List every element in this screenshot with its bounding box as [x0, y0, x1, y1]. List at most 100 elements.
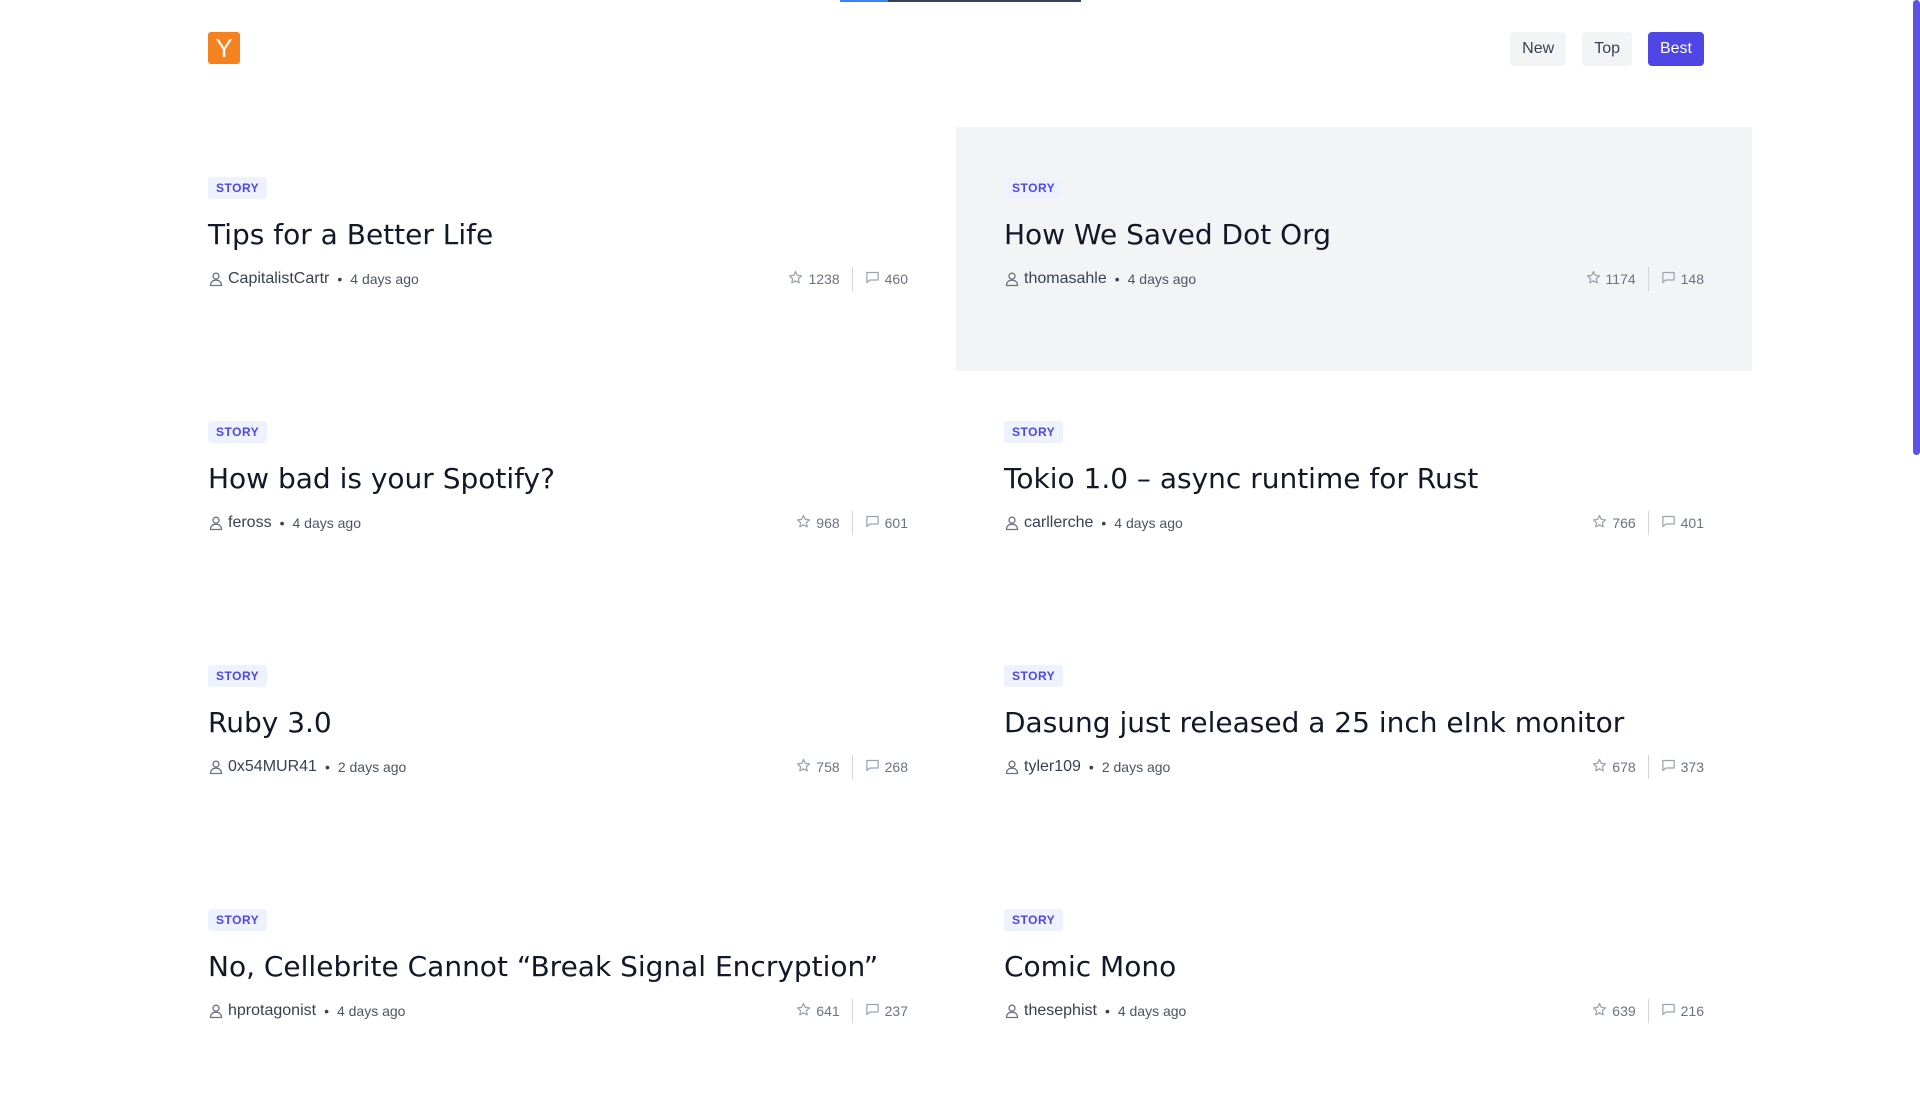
story-comment-count[interactable]: 373	[1681, 759, 1704, 775]
story-card[interactable]: STORY Tips for a Better Life CapitalistC…	[160, 127, 956, 371]
star-icon	[1592, 1002, 1607, 1020]
story-type-badge: STORY	[1004, 177, 1064, 199]
story-meta: thomasahle • 4 days ago	[1004, 269, 1196, 289]
score-stat: 968	[796, 514, 840, 532]
user-icon	[1004, 759, 1020, 775]
hacker-news-logo[interactable]: Y	[208, 32, 240, 64]
story-card[interactable]: STORY Ruby 3.0 0x54MUR41 • 2 days ago 75…	[160, 615, 956, 859]
comment-icon	[865, 514, 880, 532]
story-title[interactable]: Tips for a Better Life	[208, 217, 493, 253]
story-card[interactable]: STORY Tokio 1.0 – async runtime for Rust…	[956, 371, 1752, 615]
stats-divider	[1647, 267, 1649, 291]
story-grid: STORY Tips for a Better Life CapitalistC…	[160, 127, 1756, 1103]
comments-stat[interactable]: 216	[1661, 1002, 1704, 1020]
story-stats: 641 237	[796, 999, 908, 1023]
story-author[interactable]: feross	[228, 514, 272, 532]
story-author[interactable]: hprotagonist	[228, 1002, 316, 1020]
user-icon	[208, 759, 224, 775]
user-icon	[1004, 515, 1020, 531]
feed-tabs: New Top Best	[1510, 32, 1704, 66]
comments-stat[interactable]: 460	[865, 270, 908, 288]
meta-separator: •	[337, 271, 343, 287]
comments-stat[interactable]: 373	[1661, 758, 1704, 776]
stats-divider	[851, 755, 853, 779]
story-stats: 766 401	[1592, 511, 1704, 535]
star-icon	[796, 514, 811, 532]
story-type-badge: STORY	[1004, 421, 1064, 443]
score-stat: 639	[1592, 1002, 1636, 1020]
story-card[interactable]: STORY Dasung just released a 25 inch eIn…	[956, 615, 1752, 859]
story-score: 758	[816, 759, 840, 775]
story-score: 639	[1612, 1003, 1636, 1019]
story-comment-count[interactable]: 237	[885, 1003, 908, 1019]
story-type-badge: STORY	[208, 177, 268, 199]
score-stat: 678	[1592, 758, 1636, 776]
story-card[interactable]: STORY Comic Mono thesephist • 4 days ago	[956, 859, 1752, 1103]
tab-best[interactable]: Best	[1647, 32, 1704, 66]
story-title[interactable]: How We Saved Dot Org	[1004, 217, 1331, 253]
story-title[interactable]: Ruby 3.0	[208, 705, 332, 741]
story-comment-count[interactable]: 601	[885, 515, 908, 531]
story-meta: feross • 4 days ago	[208, 513, 361, 533]
story-title[interactable]: No, Cellebrite Cannot “Break Signal Encr…	[208, 949, 878, 985]
story-stats: 1174 148	[1586, 267, 1704, 291]
story-comment-count[interactable]: 216	[1681, 1003, 1704, 1019]
story-score: 968	[816, 515, 840, 531]
story-author[interactable]: 0x54MUR41	[228, 758, 317, 776]
story-title[interactable]: Tokio 1.0 – async runtime for Rust	[1004, 461, 1478, 497]
comment-icon	[865, 758, 880, 776]
story-type-badge: STORY	[208, 421, 268, 443]
comments-stat[interactable]: 237	[865, 1002, 908, 1020]
story-title[interactable]: Dasung just released a 25 inch eInk moni…	[1004, 705, 1624, 741]
story-meta: carllerche • 4 days ago	[1004, 513, 1183, 533]
story-title[interactable]: Comic Mono	[1004, 949, 1176, 985]
story-author[interactable]: thomasahle	[1024, 270, 1107, 288]
story-comment-count[interactable]: 268	[885, 759, 908, 775]
story-author[interactable]: thesephist	[1024, 1002, 1097, 1020]
story-timestamp: 4 days ago	[292, 515, 361, 531]
story-card[interactable]: STORY How We Saved Dot Org thomasahle • …	[956, 127, 1752, 371]
star-icon	[796, 1002, 811, 1020]
comments-stat[interactable]: 148	[1661, 270, 1704, 288]
meta-separator: •	[324, 759, 330, 775]
star-icon	[1586, 270, 1601, 288]
story-title[interactable]: How bad is your Spotify?	[208, 461, 555, 497]
comment-icon	[1661, 1002, 1676, 1020]
tab-new[interactable]: New	[1510, 32, 1567, 66]
story-comment-count[interactable]: 148	[1681, 271, 1704, 287]
story-author[interactable]: carllerche	[1024, 514, 1093, 532]
score-stat: 1238	[788, 270, 840, 288]
story-type-badge: STORY	[1004, 665, 1064, 687]
stats-divider	[851, 511, 853, 535]
story-author[interactable]: tyler109	[1024, 758, 1081, 776]
vertical-scrollbar[interactable]	[1912, 0, 1920, 1080]
meta-separator: •	[1088, 759, 1094, 775]
comment-icon	[1661, 270, 1676, 288]
star-icon	[796, 758, 811, 776]
comments-stat[interactable]: 401	[1661, 514, 1704, 532]
story-meta: CapitalistCartr • 4 days ago	[208, 269, 419, 289]
page-load-progress-bar	[840, 0, 1081, 2]
story-timestamp: 2 days ago	[1101, 759, 1171, 775]
stats-divider	[1647, 999, 1649, 1023]
comments-stat[interactable]: 268	[865, 758, 908, 776]
scrollbar-thumb[interactable]	[1913, 0, 1920, 455]
story-comment-count[interactable]: 460	[885, 271, 908, 287]
story-card[interactable]: STORY How bad is your Spotify? feross • …	[160, 371, 956, 615]
story-comment-count[interactable]: 401	[1681, 515, 1704, 531]
score-stat: 766	[1592, 514, 1636, 532]
story-timestamp: 2 days ago	[337, 759, 407, 775]
story-stats: 1238 460	[788, 267, 908, 291]
comment-icon	[1661, 758, 1676, 776]
star-icon	[1592, 514, 1607, 532]
score-stat: 758	[796, 758, 840, 776]
story-author[interactable]: CapitalistCartr	[228, 270, 329, 288]
user-icon	[1004, 1003, 1020, 1019]
comments-stat[interactable]: 601	[865, 514, 908, 532]
story-score: 678	[1612, 759, 1636, 775]
comment-icon	[865, 1002, 880, 1020]
tab-top[interactable]: Top	[1582, 32, 1632, 66]
user-icon	[1004, 271, 1020, 287]
story-card[interactable]: STORY No, Cellebrite Cannot “Break Signa…	[160, 859, 956, 1103]
user-icon	[208, 515, 224, 531]
